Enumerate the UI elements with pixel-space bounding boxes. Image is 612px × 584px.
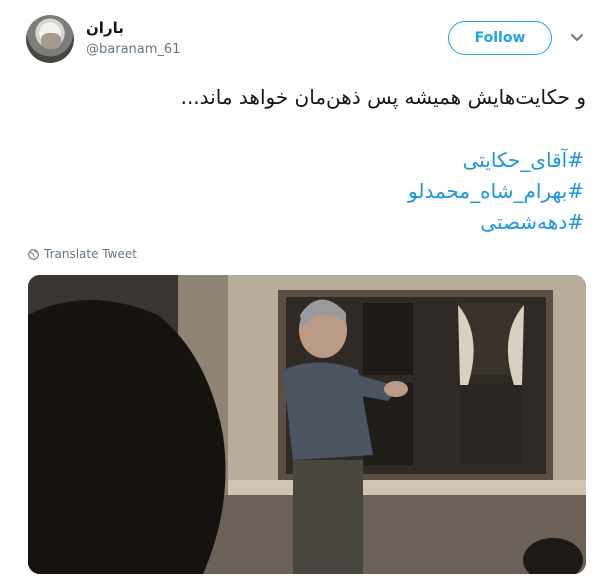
- hashtag-link[interactable]: #بهرام_شاه_محمدلو: [24, 176, 584, 207]
- hashtag-link[interactable]: #دهه‌شصتی: [24, 207, 584, 238]
- globe-icon: [28, 248, 39, 260]
- hashtag-link[interactable]: #آقای_حکایتی: [24, 145, 584, 176]
- video-frame: [28, 275, 586, 574]
- user-handle[interactable]: @baranam_61: [86, 42, 180, 57]
- hashtag-list: #آقای_حکایتی #بهرام_شاه_محمدلو #دهه‌شصتی: [24, 145, 584, 238]
- translate-label: Translate Tweet: [44, 247, 137, 261]
- avatar[interactable]: [26, 15, 74, 63]
- tweet-header: باران @baranam_61 Follow: [0, 0, 612, 80]
- chevron-down-icon[interactable]: [570, 31, 584, 45]
- translate-tweet-link[interactable]: Translate Tweet: [28, 247, 137, 261]
- display-name[interactable]: باران: [86, 19, 124, 37]
- avatar-face: [41, 33, 61, 49]
- tweet-text: و حکایت‌هایش همیشه پس ذهن‌مان خواهد ماند…: [180, 85, 586, 109]
- follow-button[interactable]: Follow: [448, 21, 552, 55]
- tweet-video[interactable]: [28, 275, 586, 574]
